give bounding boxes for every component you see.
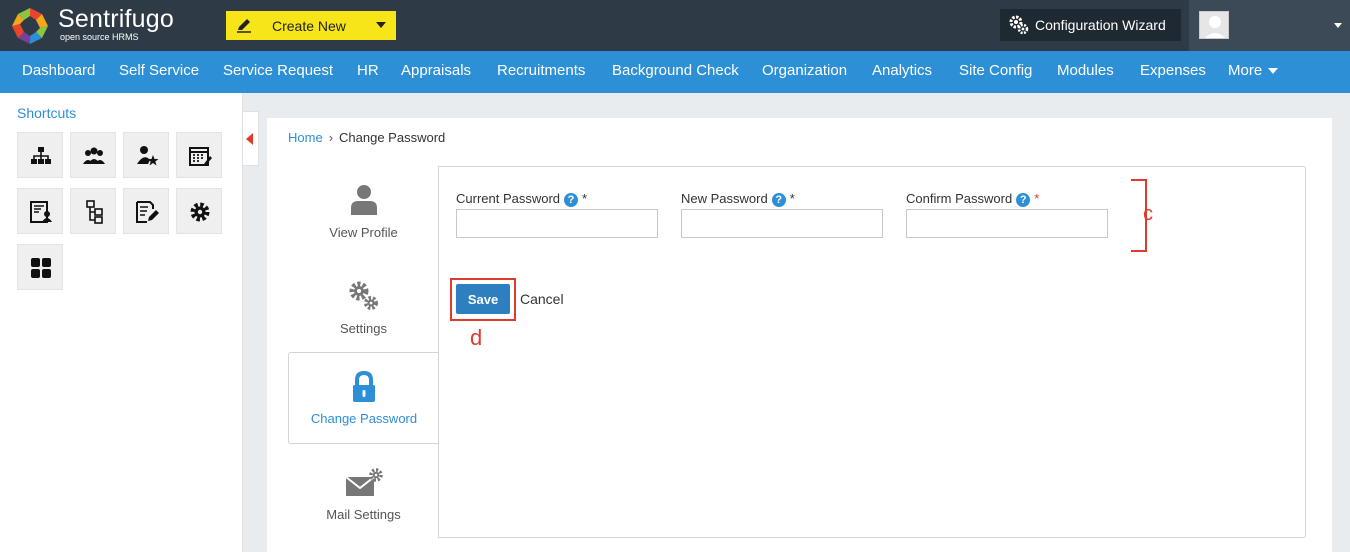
new-password-label: New Password? * (681, 191, 795, 207)
confirm-password-label-text: Confirm Password (906, 191, 1013, 206)
gears-icon (1009, 15, 1029, 35)
edit-document-icon (136, 201, 159, 223)
nav-recruitments[interactable]: Recruitments (497, 62, 585, 79)
tab-view-profile-label: View Profile (329, 225, 398, 240)
chevron-down-icon (1268, 68, 1279, 75)
breadcrumb-separator: › (328, 130, 334, 145)
shortcut-settings[interactable] (176, 188, 222, 234)
brand-name: Sentrifugo (58, 5, 174, 33)
help-icon[interactable]: ? (564, 193, 579, 207)
chevron-left-icon (246, 133, 253, 145)
required-mark: * (1034, 191, 1040, 206)
sidebar: Shortcuts (0, 93, 243, 552)
required-mark: * (789, 191, 795, 206)
shortcut-star-employee[interactable] (123, 132, 169, 178)
gear-icon (190, 202, 210, 222)
pencil-icon (237, 19, 251, 33)
main-content: Home › Change Password View Profile Settin… (267, 118, 1332, 552)
mail-settings-icon (344, 468, 383, 496)
chevron-down-icon[interactable] (1334, 23, 1342, 28)
tab-view-profile[interactable]: View Profile (288, 184, 439, 254)
breadcrumb-home[interactable]: Home (288, 130, 323, 145)
shortcut-hierarchy[interactable] (70, 188, 116, 234)
create-new-label: Create New (272, 18, 346, 34)
gears-icon (349, 281, 378, 310)
shortcut-org-chart[interactable] (17, 132, 63, 178)
help-icon[interactable]: ? (1016, 193, 1031, 207)
nav-background-check[interactable]: Background Check (612, 62, 739, 79)
hierarchy-icon (86, 200, 103, 224)
avatar[interactable] (1199, 11, 1229, 39)
change-password-form: Current Password? * New Password? * Confir… (438, 166, 1306, 538)
annotation-label-d: d (470, 325, 483, 350)
current-password-label-text: Current Password (456, 191, 561, 206)
nav-expenses[interactable]: Expenses (1140, 62, 1206, 79)
calendar-icon (189, 147, 212, 166)
id-card-icon (30, 201, 52, 223)
shortcut-group[interactable] (70, 132, 116, 178)
cancel-link[interactable]: Cancel (520, 291, 564, 307)
help-icon[interactable]: ? (771, 193, 786, 207)
star-employee-icon (137, 146, 159, 166)
shortcut-calendar[interactable] (176, 132, 222, 178)
nav-hr[interactable]: HR (357, 62, 379, 79)
current-password-label: Current Password? * (456, 191, 587, 207)
confirm-password-input[interactable] (906, 209, 1108, 238)
tab-mail-settings[interactable]: Mail Settings (288, 468, 439, 538)
top-bar: Sentrifugo open source HRMS Create New C… (0, 0, 1350, 51)
group-icon (83, 147, 105, 164)
sentrifugo-logo-icon[interactable] (10, 6, 50, 46)
tab-settings-label: Settings (340, 321, 387, 336)
user-menu[interactable] (1189, 0, 1350, 51)
brand-tagline: open source HRMS (60, 32, 139, 42)
new-password-label-text: New Password (681, 191, 768, 206)
create-new-button[interactable]: Create New (226, 11, 396, 40)
nav-dashboard[interactable]: Dashboard (22, 62, 95, 79)
user-icon (350, 185, 377, 215)
nav-organization[interactable]: Organization (762, 62, 847, 79)
shortcut-id-card[interactable] (17, 188, 63, 234)
org-chart-icon (31, 147, 51, 164)
required-mark: * (582, 191, 588, 206)
user-avatar-icon (1204, 16, 1226, 38)
chevron-down-icon (376, 22, 386, 28)
nav-more[interactable]: More (1228, 62, 1279, 79)
current-password-input[interactable] (456, 209, 658, 238)
shortcut-edit-document[interactable] (123, 188, 169, 234)
nav-more-label: More (1228, 62, 1263, 79)
nav-modules[interactable]: Modules (1057, 62, 1114, 79)
tab-change-password[interactable]: Change Password (288, 352, 439, 444)
configuration-wizard-button[interactable]: Configuration Wizard (1000, 9, 1181, 41)
shortcuts-title: Shortcuts (17, 105, 77, 121)
breadcrumb: Home › Change Password (288, 130, 445, 145)
confirm-password-label: Confirm Password? * (906, 191, 1039, 207)
shortcut-apps[interactable] (17, 244, 63, 290)
save-button[interactable]: Save (456, 284, 510, 314)
grid-icon (31, 258, 51, 278)
tab-settings[interactable]: Settings (288, 280, 439, 350)
annotation-label-c: c (1143, 203, 1153, 225)
nav-site-config[interactable]: Site Config (959, 62, 1032, 79)
new-password-input[interactable] (681, 209, 883, 238)
nav-analytics[interactable]: Analytics (872, 62, 932, 79)
nav-appraisals[interactable]: Appraisals (401, 62, 471, 79)
main-nav: Dashboard Self Service Service Request H… (0, 51, 1350, 93)
nav-service-request[interactable]: Service Request (223, 62, 333, 79)
lock-icon (353, 371, 375, 402)
configuration-wizard-label: Configuration Wizard (1035, 17, 1166, 33)
tab-mail-settings-label: Mail Settings (326, 507, 401, 522)
breadcrumb-current: Change Password (339, 130, 446, 145)
sidebar-collapse-toggle[interactable] (243, 111, 259, 166)
nav-self-service[interactable]: Self Service (119, 62, 199, 79)
tab-change-password-label: Change Password (310, 411, 418, 426)
